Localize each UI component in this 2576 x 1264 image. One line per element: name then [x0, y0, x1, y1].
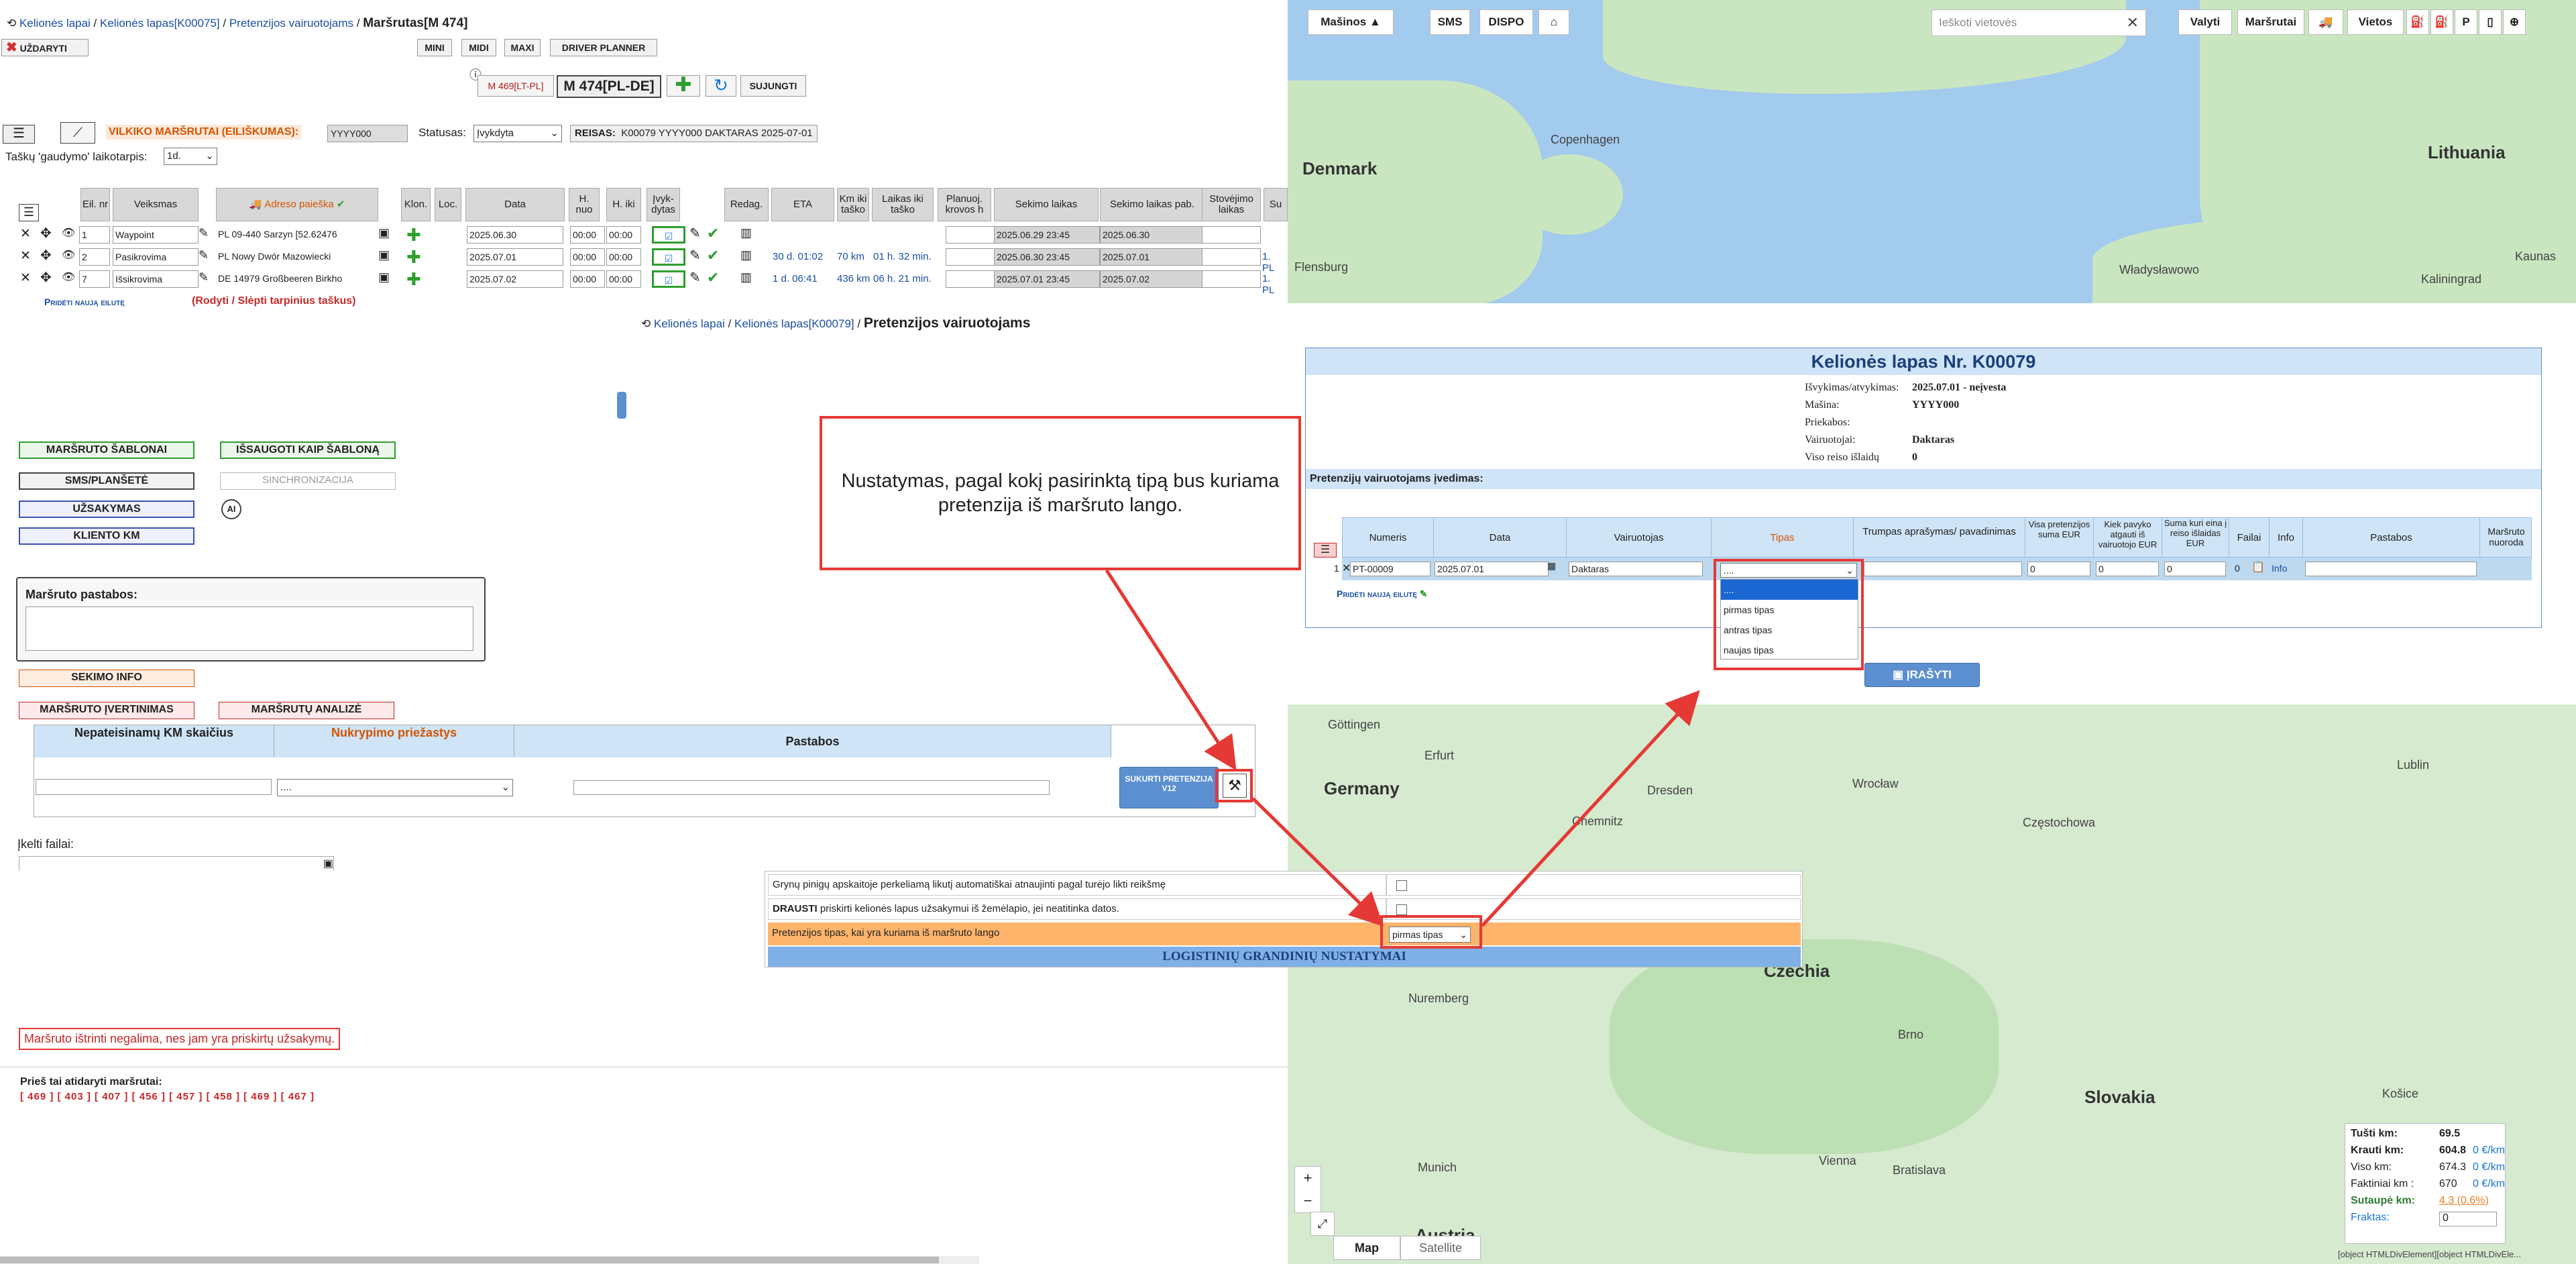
- arrow-setting-to-dropdown: [1481, 690, 1700, 927]
- arrow-callout-to-tools: [1105, 569, 1237, 771]
- annotation-arrows: [1105, 569, 1700, 927]
- arrow-tools-to-setting: [1251, 797, 1384, 927]
